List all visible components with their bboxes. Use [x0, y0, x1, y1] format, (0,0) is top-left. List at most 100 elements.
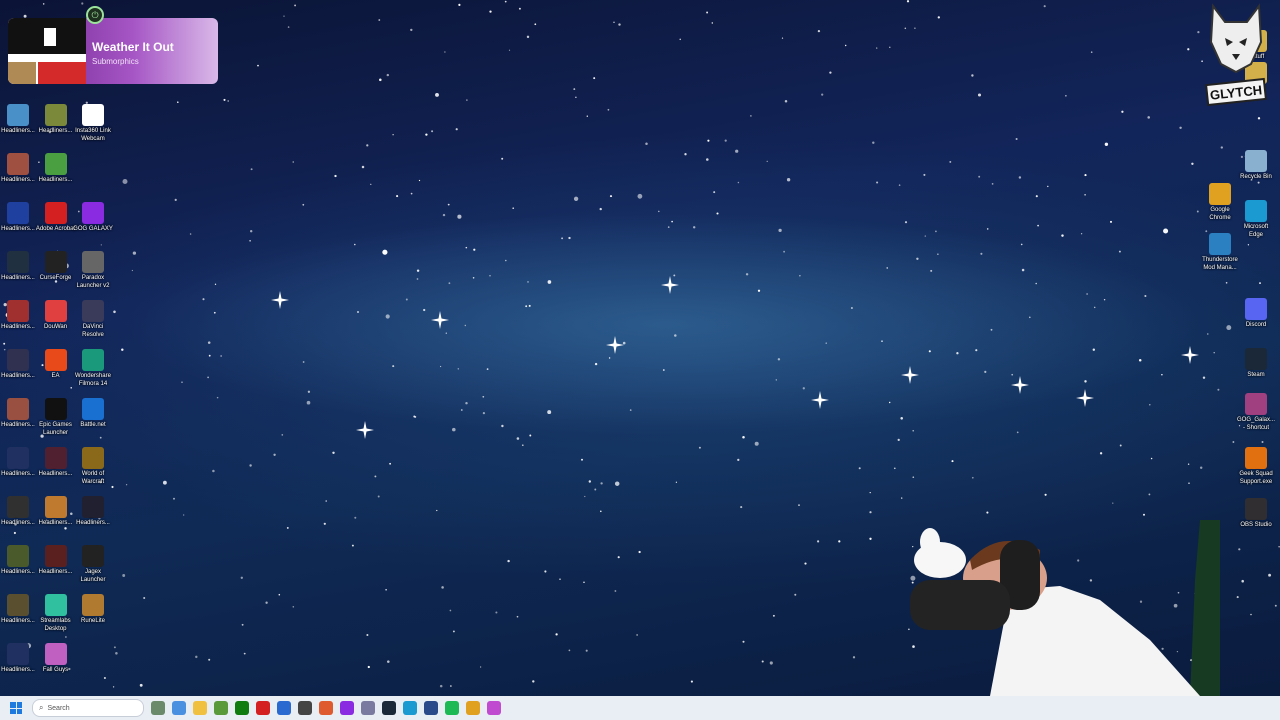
desktop-icon-5[interactable]: Headliners...: [0, 202, 38, 234]
desktop-icon-12[interactable]: DouWan: [36, 300, 76, 332]
desktop-icon-29-label: Headliners...: [1, 618, 35, 624]
desktop-icon-right-3[interactable]: Google Chrome: [1200, 183, 1240, 222]
desktop-icon-0-label: Headliners...: [1, 128, 35, 134]
desktop-icon-24[interactable]: Headliners...: [36, 496, 76, 528]
taskbar: ⌕ Search: [0, 696, 1280, 720]
desktop-icon-11-icon: [7, 300, 29, 322]
taskbar-app-1-icon[interactable]: [151, 701, 165, 715]
media-notification[interactable]: Weather It Out Submorphics: [8, 18, 218, 84]
desktop-icon-right-4[interactable]: Microsoft Edge: [1236, 200, 1276, 239]
desktop-icon-24-label: Headliners...: [38, 520, 73, 526]
desktop-icon-right-7[interactable]: Steam: [1236, 348, 1276, 380]
desktop-icon-28[interactable]: Jagex Launcher: [73, 545, 113, 584]
taskbar-search[interactable]: ⌕ Search: [32, 699, 144, 717]
desktop-icon-17[interactable]: Headliners...: [0, 398, 38, 430]
desktop-icon-6[interactable]: Adobe Acrobat: [36, 202, 76, 234]
desktop-icon-10[interactable]: Paradox Launcher v2: [73, 251, 113, 290]
desktop-icon-2-label: Insta360 Link Webcam: [75, 128, 111, 142]
taskbar-apps: [144, 701, 501, 715]
taskbar-app-9-icon[interactable]: [319, 701, 333, 715]
desktop-icon-0-icon: [7, 104, 29, 126]
desktop-icon-0[interactable]: Headliners...: [0, 104, 38, 136]
desktop-icon-4[interactable]: Headliners...: [36, 153, 76, 185]
desktop-icon-right-3-label: Google Chrome: [1209, 207, 1231, 221]
desktop-icon-18[interactable]: Epic Games Launcher: [36, 398, 76, 437]
desktop-icon-33-label: Fall Guys: [42, 667, 69, 673]
desktop-icon-3[interactable]: Headliners...: [0, 153, 38, 185]
taskbar-app-11-icon[interactable]: [361, 701, 375, 715]
desktop-icon-right-2[interactable]: Recycle Bin: [1236, 150, 1276, 182]
desktop-icon-25[interactable]: Headliners...: [73, 496, 113, 528]
taskbar-minecraft-icon[interactable]: [214, 701, 228, 715]
desktop-icon-26-label: Headliners...: [1, 569, 35, 575]
desktop-icon-right-8-icon: [1245, 393, 1267, 415]
desktop-icon-14[interactable]: Headliners...: [0, 349, 38, 381]
desktop-icon-30-icon: [44, 594, 67, 616]
taskbar-xbox-icon[interactable]: [235, 701, 249, 715]
desktop-icon-2[interactable]: Insta360 Link Webcam: [73, 104, 113, 143]
desktop-icon-27-icon: [44, 545, 67, 567]
desktop-icon-14-icon: [7, 349, 29, 371]
desktop-icon-15[interactable]: EA: [36, 349, 76, 381]
desktop-icon-29[interactable]: Headliners...: [0, 594, 38, 626]
taskbar-file-explorer-icon[interactable]: [193, 701, 207, 715]
taskbar-edge-icon[interactable]: [403, 701, 417, 715]
desktop-icon-3-label: Headliners...: [1, 177, 35, 183]
desktop-icon-right-8-label: GOG_Galax... - Shortcut: [1236, 417, 1275, 431]
desktop-icon-32-icon: [7, 643, 29, 665]
desktop-icon-right-5-icon: [1209, 233, 1231, 255]
desktop-icon-7[interactable]: GOG GALAXY: [73, 202, 113, 234]
desktop-icon-27-label: Headliners...: [38, 569, 73, 575]
desktop-icon-right-6[interactable]: Discord: [1236, 298, 1276, 330]
taskbar-app-8-icon[interactable]: [298, 701, 312, 715]
desktop-icon-33[interactable]: Fall Guys: [36, 643, 76, 675]
desktop-icon-31[interactable]: RuneLite: [73, 594, 113, 626]
search-icon: ⌕: [39, 703, 44, 712]
taskbar-app-17-icon[interactable]: [487, 701, 501, 715]
desktop-icon-17-icon: [7, 398, 29, 420]
desktop-icon-right-8[interactable]: GOG_Galax... - Shortcut: [1236, 393, 1276, 432]
taskbar-steam-icon[interactable]: [382, 701, 396, 715]
taskbar-acrobat-icon[interactable]: [256, 701, 270, 715]
desktop-icon-21-icon: [44, 447, 67, 469]
desktop-icon-32[interactable]: Headliners...: [0, 643, 38, 675]
desktop-icon-8[interactable]: Headliners...: [0, 251, 38, 283]
desktop-icon-5-icon: [7, 202, 29, 224]
power-icon[interactable]: ⏻: [86, 6, 104, 24]
desktop-icon-20[interactable]: Headliners...: [0, 447, 38, 479]
desktop-icon-24-icon: [44, 496, 67, 518]
taskbar-app-7-icon[interactable]: [277, 701, 291, 715]
desktop-icon-1[interactable]: Headliners...: [36, 104, 76, 136]
desktop-icon-13[interactable]: DaVinci Resolve: [73, 300, 113, 339]
desktop-icon-6-label: Adobe Acrobat: [35, 226, 76, 232]
desktop-icon-right-10[interactable]: OBS Studio: [1236, 498, 1276, 530]
taskbar-chrome-icon[interactable]: [466, 701, 480, 715]
desktop-icon-26-icon: [7, 545, 29, 567]
desktop-icon-15-icon: [44, 349, 67, 371]
desktop-icon-16[interactable]: Wondershare Filmora 14: [73, 349, 113, 388]
desktop-icon-right-6-icon: [1245, 298, 1267, 320]
desktop-icon-19[interactable]: Battle.net: [73, 398, 113, 430]
desktop-icon-9[interactable]: CurseForge: [36, 251, 76, 283]
desktop-icon-30[interactable]: Streamlabs Desktop: [36, 594, 76, 633]
desktop-icon-23[interactable]: Headliners...: [0, 496, 38, 528]
taskbar-spotify-icon[interactable]: [445, 701, 459, 715]
desktop-icon-right-9[interactable]: Geek Squad Support.exe: [1236, 447, 1276, 486]
desktop-icon-20-label: Headliners...: [1, 471, 35, 477]
desktop-icon-26[interactable]: Headliners...: [0, 545, 38, 577]
desktop-icon-11[interactable]: Headliners...: [0, 300, 38, 332]
desktop-icon-27[interactable]: Headliners...: [36, 545, 76, 577]
desktop-icon-19-icon: [82, 398, 104, 420]
taskbar-app-14-icon[interactable]: [424, 701, 438, 715]
taskbar-copilot-icon[interactable]: [172, 701, 186, 715]
taskbar-app-10-icon[interactable]: [340, 701, 354, 715]
webcam-overlay: [910, 520, 1220, 696]
desktop-icon-25-label: Headliners...: [76, 520, 110, 526]
desktop-icon-right-2-icon: [1245, 150, 1267, 172]
desktop-icon-22[interactable]: World of Warcraft: [73, 447, 113, 486]
desktop-icon-right-4-label: Microsoft Edge: [1243, 224, 1269, 238]
windows-start-icon[interactable]: [10, 702, 22, 714]
desktop-icon-right-5[interactable]: Thunderstore Mod Mana...: [1200, 233, 1240, 272]
desktop-icon-right-3-icon: [1209, 183, 1231, 205]
desktop-icon-21[interactable]: Headliners...: [36, 447, 76, 479]
